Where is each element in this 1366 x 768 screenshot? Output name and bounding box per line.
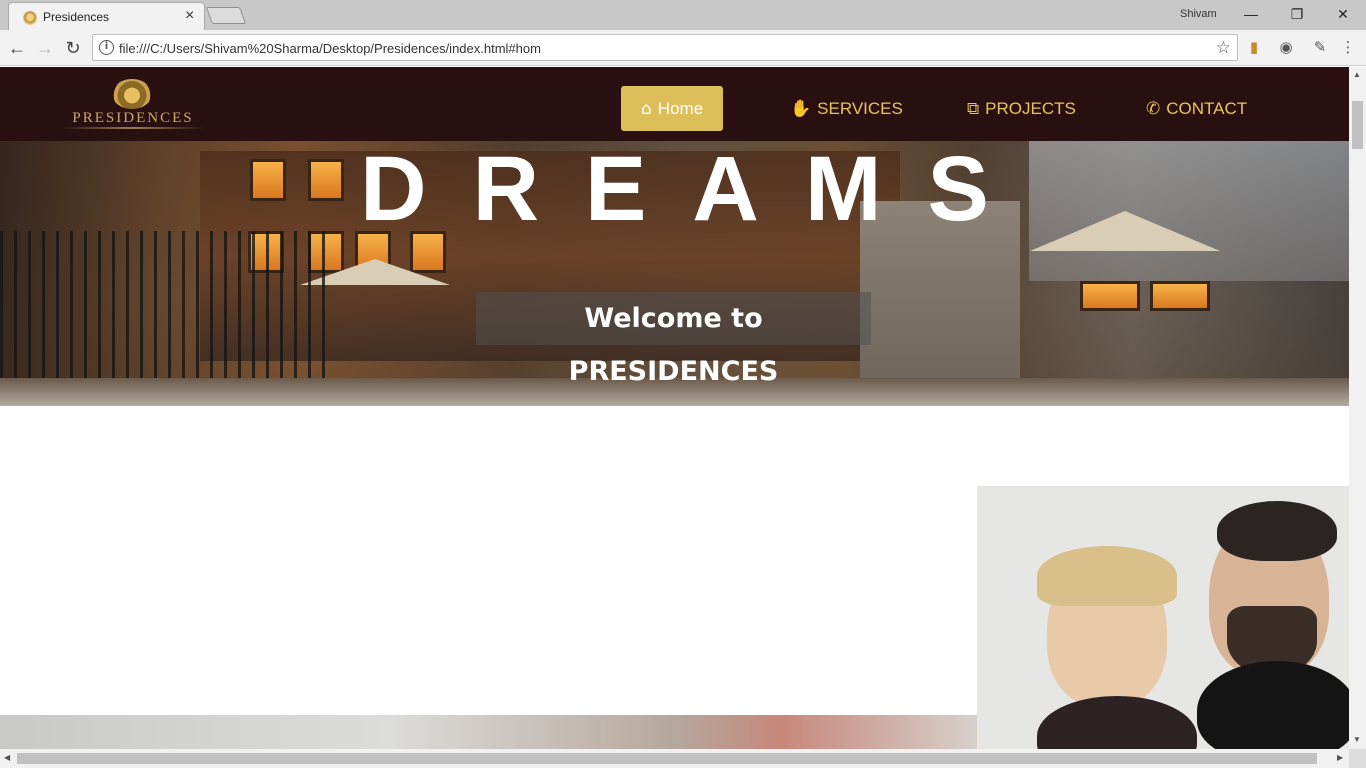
scrollbar-corner bbox=[1349, 749, 1366, 768]
tab-close-icon[interactable]: × bbox=[185, 7, 194, 25]
info-icon[interactable]: i bbox=[99, 40, 114, 55]
logo-text: PRESIDENCES bbox=[72, 110, 194, 126]
lion-crest-icon bbox=[112, 79, 152, 109]
nav-services-label: SERVICES bbox=[817, 98, 903, 118]
record-extension-icon[interactable]: ◉ bbox=[1276, 38, 1296, 58]
back-button[interactable]: ← bbox=[6, 37, 28, 59]
nav-contact-label: CONTACT bbox=[1166, 98, 1248, 118]
browser-menu-icon[interactable]: ⋮ bbox=[1338, 38, 1358, 58]
bookmark-star-icon[interactable]: ☆ bbox=[1216, 38, 1231, 58]
forward-button[interactable]: → bbox=[34, 37, 56, 59]
team-photo bbox=[977, 486, 1349, 749]
nav-projects-link[interactable]: ⧉ PROJECTS bbox=[967, 86, 1076, 131]
profile-name[interactable]: Shivam bbox=[1180, 8, 1217, 20]
browser-tab[interactable]: Presidences × bbox=[8, 2, 205, 30]
woman-hair bbox=[1037, 546, 1177, 606]
site-navbar: PRESIDENCES ⌂ Home ✋ SERVICES ⧉ PROJECTS… bbox=[0, 67, 1349, 141]
handshake-icon: ✋ bbox=[790, 98, 812, 119]
reload-button[interactable]: ↻ bbox=[62, 37, 84, 59]
hero-banner: DREAMS Welcome to PRESIDENCES bbox=[0, 141, 1349, 406]
nav-contact-link[interactable]: ✆ CONTACT bbox=[1146, 86, 1247, 131]
nav-home-button[interactable]: ⌂ Home bbox=[621, 86, 724, 131]
nav-projects-label: PROJECTS bbox=[985, 98, 1076, 118]
scroll-down-icon[interactable]: ▼ bbox=[1353, 735, 1361, 744]
section-image-strip bbox=[0, 715, 977, 749]
phone-icon: ✆ bbox=[1146, 98, 1161, 119]
browser-tab-bar: Presidences × Shivam — ❐ ✕ bbox=[0, 0, 1366, 30]
nav-services-link[interactable]: ✋ SERVICES bbox=[790, 86, 903, 131]
horizontal-scroll-thumb[interactable] bbox=[17, 753, 1317, 764]
sitemap-icon: ⧉ bbox=[967, 98, 980, 119]
extension-icon[interactable]: ▮ bbox=[1244, 38, 1264, 58]
hero-window bbox=[1150, 281, 1210, 311]
hero-caption: Welcome to PRESIDENCES bbox=[476, 292, 871, 387]
hero-title: DREAMS bbox=[360, 141, 1035, 240]
browser-toolbar: ← → ↻ i file:///C:/Users/Shivam%20Sharma… bbox=[0, 30, 1366, 66]
logo-underline bbox=[62, 127, 204, 129]
man-jacket bbox=[1197, 661, 1349, 749]
man-hair bbox=[1217, 501, 1337, 561]
close-window-button[interactable]: ✕ bbox=[1331, 4, 1355, 24]
hero-fence bbox=[0, 231, 330, 401]
home-icon: ⌂ bbox=[641, 98, 652, 119]
favicon-icon bbox=[23, 11, 37, 25]
address-bar[interactable]: i file:///C:/Users/Shivam%20Sharma/Deskt… bbox=[92, 34, 1238, 61]
url-text[interactable]: file:///C:/Users/Shivam%20Sharma/Desktop… bbox=[119, 41, 541, 56]
restore-button[interactable]: ❐ bbox=[1285, 4, 1309, 24]
vertical-scrollbar[interactable]: ▲ ▼ bbox=[1349, 67, 1366, 749]
page-viewport: PRESIDENCES ⌂ Home ✋ SERVICES ⧉ PROJECTS… bbox=[0, 67, 1349, 749]
hero-window bbox=[1080, 281, 1140, 311]
scroll-right-icon[interactable]: ▶ bbox=[1337, 753, 1343, 762]
horizontal-scrollbar[interactable]: ◀ ▶ bbox=[0, 749, 1349, 768]
eyedropper-extension-icon[interactable]: ✎ bbox=[1310, 38, 1330, 58]
tab-title: Presidences bbox=[43, 10, 110, 24]
new-tab-button[interactable] bbox=[205, 7, 247, 24]
site-logo[interactable]: PRESIDENCES bbox=[62, 77, 204, 133]
woman-dress bbox=[1037, 696, 1197, 749]
vertical-scroll-thumb[interactable] bbox=[1352, 101, 1363, 149]
nav-home-label: Home bbox=[657, 98, 704, 118]
scroll-up-icon[interactable]: ▲ bbox=[1353, 70, 1361, 79]
scroll-left-icon[interactable]: ◀ bbox=[4, 753, 10, 762]
minimize-button[interactable]: — bbox=[1239, 4, 1263, 24]
